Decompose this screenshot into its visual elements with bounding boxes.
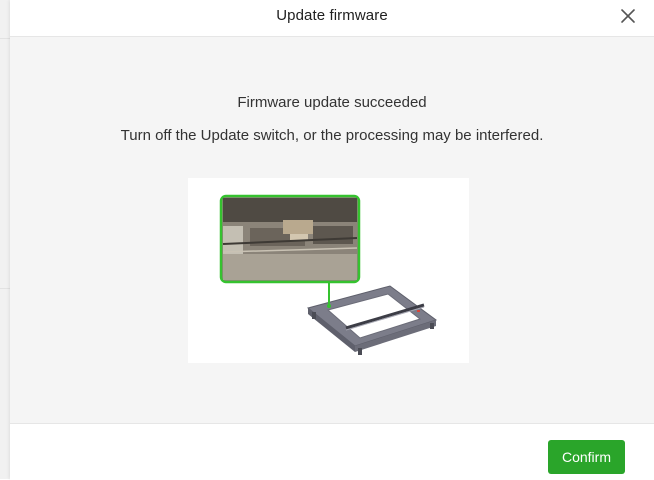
close-icon — [621, 9, 635, 23]
confirm-button[interactable]: Confirm — [548, 440, 625, 474]
dialog-footer: Confirm — [10, 423, 654, 480]
machine-frame — [306, 285, 438, 355]
success-message: Firmware update succeeded — [237, 94, 427, 111]
dialog-title: Update firmware — [276, 7, 388, 24]
laser-engraver-update-switch-illustration — [219, 194, 438, 355]
dialog-header: Update firmware — [10, 0, 654, 37]
update-firmware-dialog: Update firmware Firmware update succeede… — [10, 0, 654, 480]
close-button[interactable] — [619, 7, 637, 25]
switch-closeup-photo — [219, 194, 361, 284]
dialog-body: Firmware update succeeded Turn off the U… — [10, 37, 654, 423]
instruction-message: Turn off the Update switch, or the proce… — [120, 127, 544, 144]
update-switch-illustration — [188, 178, 469, 363]
